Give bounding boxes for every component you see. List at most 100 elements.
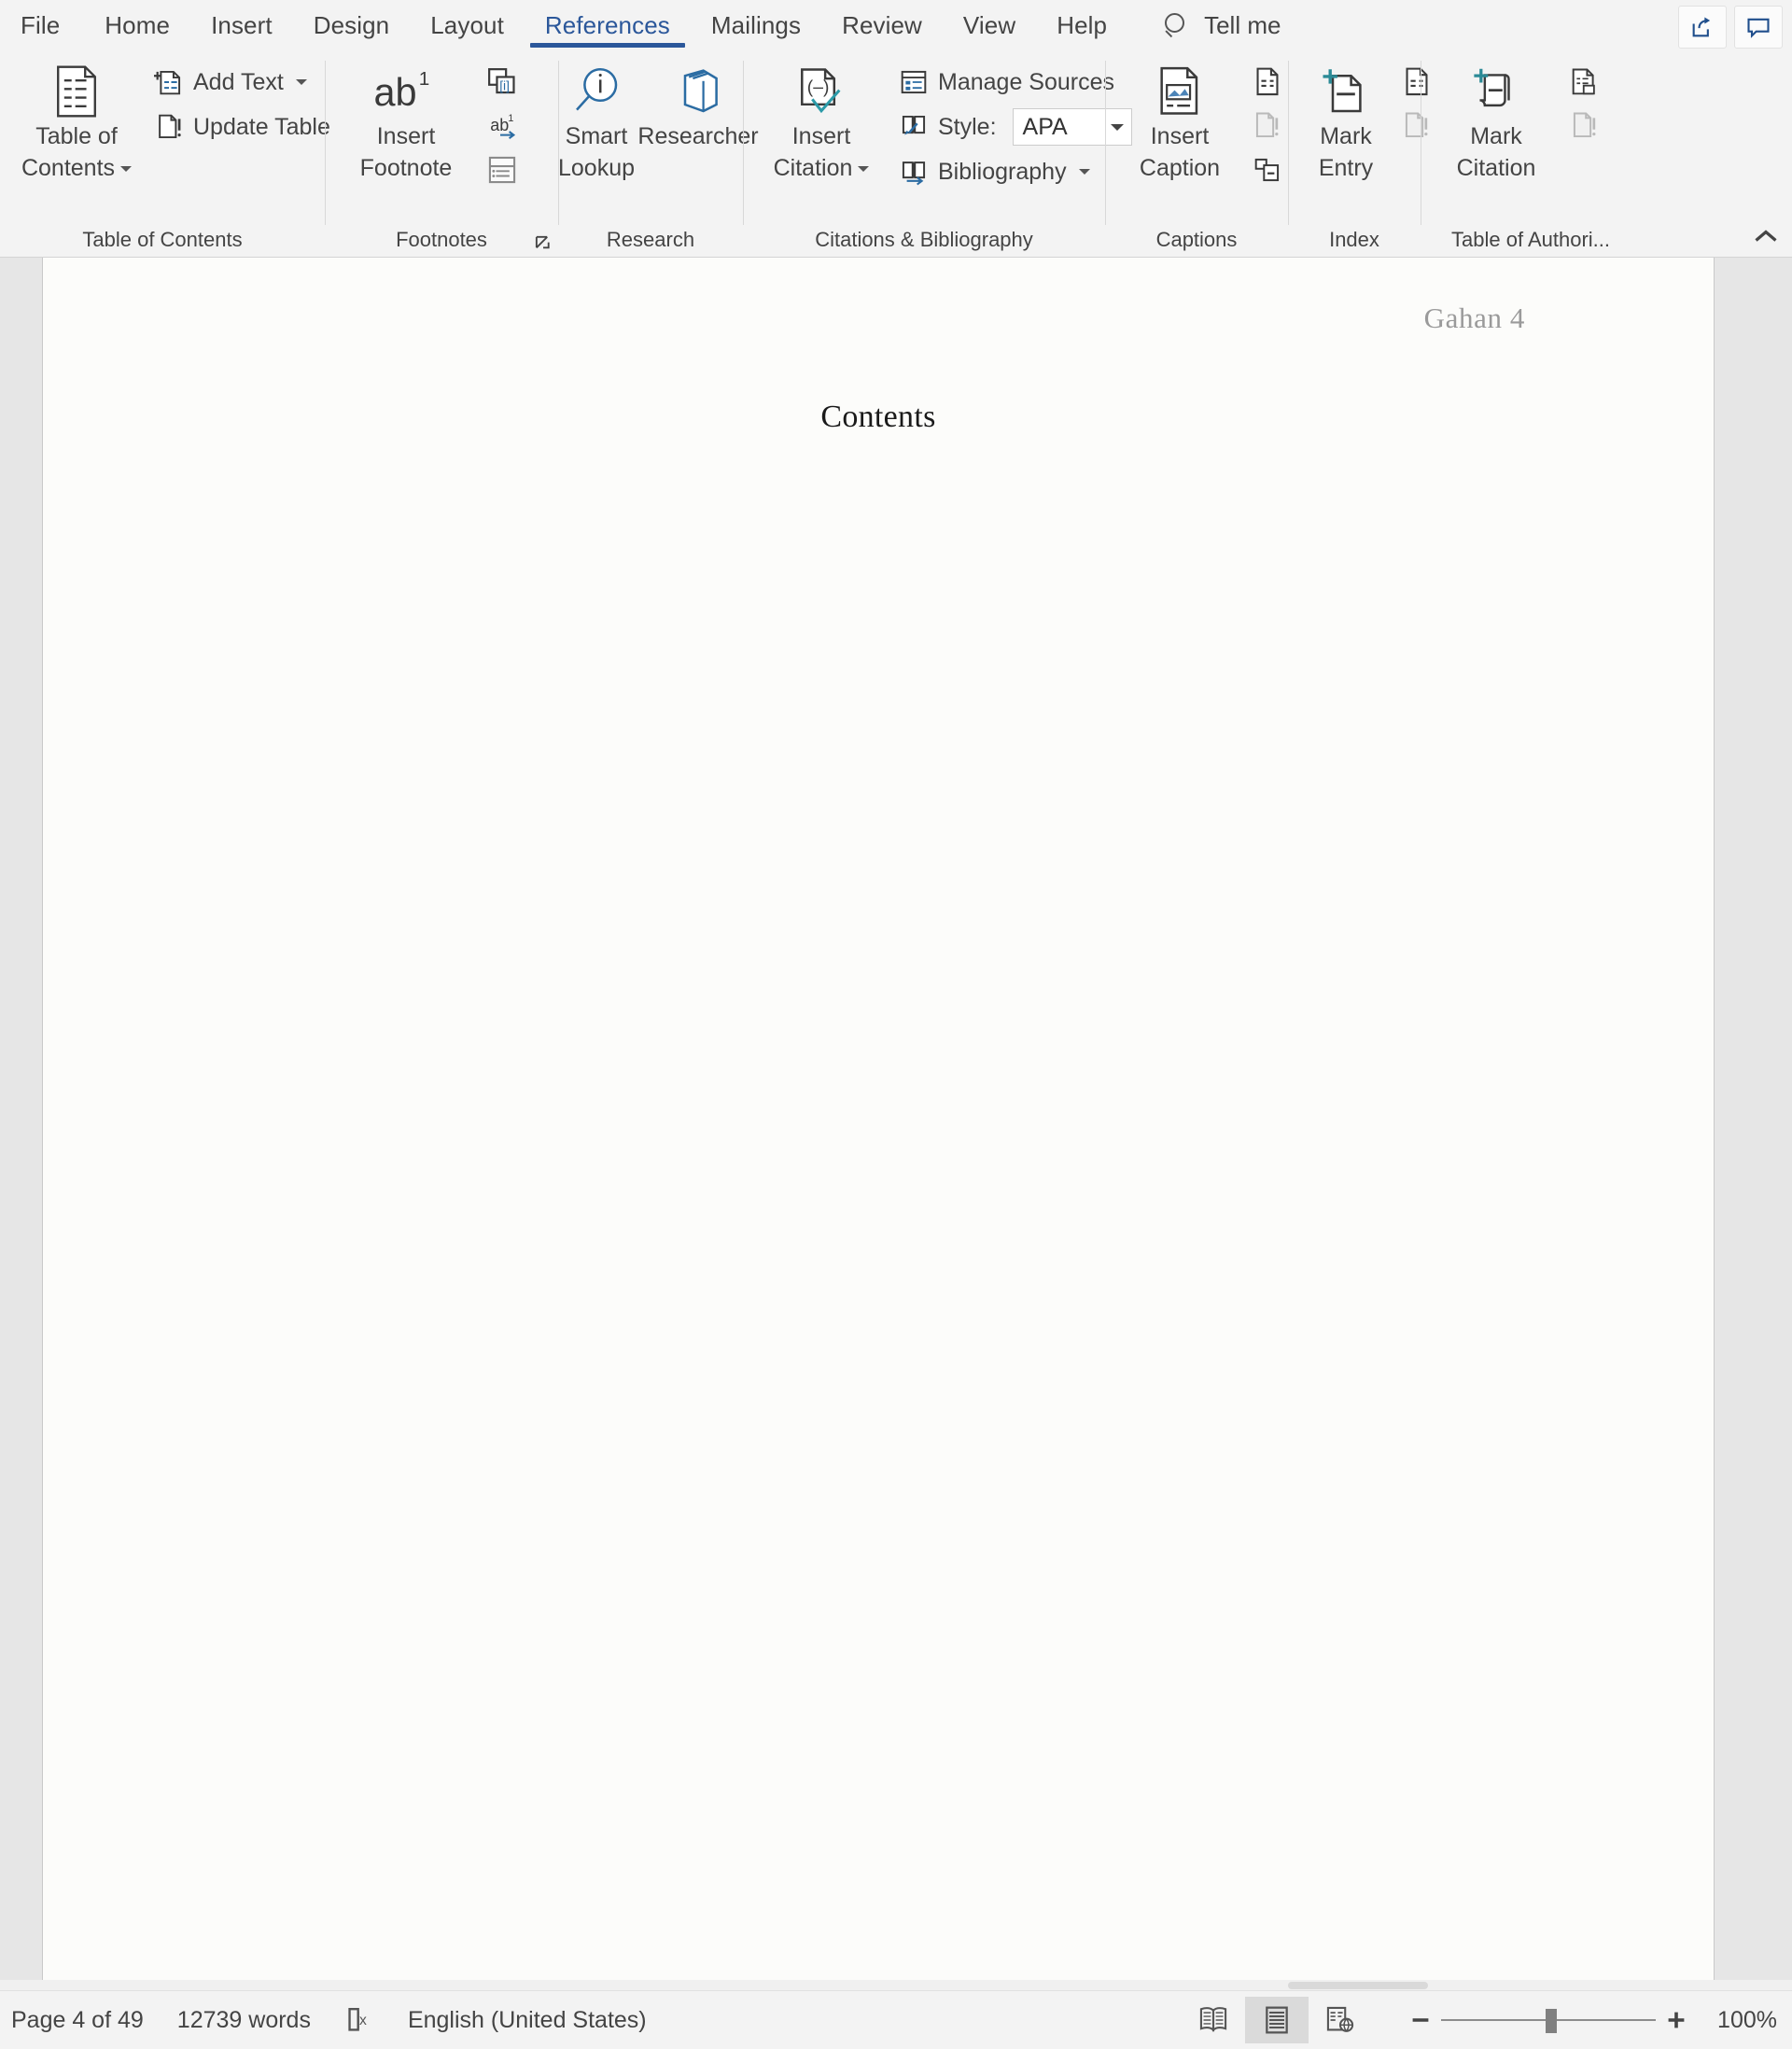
tab-label: Layout (430, 11, 504, 39)
ribbon-group-citations-bibliography: (–) Insert Citation Manage Sources Style… (743, 51, 1132, 257)
manage-sources-label: Manage Sources (938, 68, 1115, 95)
ribbon-group-table-of-authorities: Mark Citation Table of Authori... (1421, 51, 1641, 257)
next-footnote-button[interactable]: ab 1 (480, 105, 538, 147)
insert-footnote-button[interactable]: ab 1 Insert Footnote (334, 59, 478, 184)
insert-table-of-figures-button[interactable] (1245, 61, 1290, 104)
update-table-figures-button[interactable] (1245, 105, 1290, 147)
manage-sources-button[interactable]: Manage Sources (892, 61, 1138, 104)
comment-icon (1747, 18, 1770, 38)
ribbon-group-captions: Insert Caption Captions (1105, 51, 1288, 257)
ribbon-group-index: Mark Entry Index (1288, 51, 1428, 257)
update-table-icon (153, 111, 185, 143)
bibliography-label: Bibliography (938, 158, 1067, 185)
table-of-contents-icon (50, 63, 103, 120)
insert-footnote-icon: ab 1 (371, 63, 441, 120)
tab-label: Insert (211, 11, 273, 39)
language-status[interactable]: English (United States) (408, 2007, 647, 2034)
collapse-ribbon-button[interactable] (1747, 219, 1785, 253)
bibliography-button[interactable]: Bibliography (892, 150, 1138, 193)
search-icon (1163, 12, 1191, 40)
add-text-button[interactable]: Add Text (147, 61, 336, 104)
tab-label: File (21, 11, 61, 39)
page-number-status[interactable]: Page 4 of 49 (11, 2007, 144, 2034)
document-page[interactable]: Gahan 4 Contents (42, 258, 1715, 1981)
tab-file[interactable]: File (0, 0, 84, 51)
tab-view[interactable]: View (943, 0, 1036, 51)
tab-design[interactable]: Design (293, 0, 411, 51)
view-web-layout-button[interactable] (1309, 1997, 1372, 2043)
insert-table-of-figures-icon (1256, 67, 1279, 96)
footnotes-dialog-launcher[interactable] (534, 230, 553, 249)
insert-citation-label-line1: Insert (791, 123, 851, 149)
view-print-layout-button[interactable] (1245, 1997, 1309, 2043)
insert-footnote-label-line1: Insert (376, 123, 436, 149)
horizontal-scrollbar-thumb[interactable] (1288, 1982, 1428, 1989)
show-notes-icon (488, 156, 516, 184)
zoom-slider[interactable] (1441, 2000, 1657, 2041)
svg-text:1: 1 (508, 113, 513, 124)
bibliography-icon (898, 156, 930, 188)
citation-style-value: APA (1022, 113, 1068, 140)
insert-citation-button[interactable]: (–) Insert Citation (752, 59, 890, 184)
zoom-out-button[interactable] (1400, 2000, 1441, 2041)
show-notes-button[interactable] (480, 148, 525, 191)
zoom-in-button[interactable] (1656, 2000, 1697, 2041)
tab-layout[interactable]: Layout (410, 0, 525, 51)
word-count-status[interactable]: 12739 words (177, 2007, 311, 2034)
zoom-level-label[interactable]: 100% (1717, 2007, 1777, 2034)
insert-footnote-label-line2: Footnote (359, 155, 453, 181)
update-table-label: Update Table (193, 113, 330, 140)
tell-me-label: Tell me (1204, 11, 1281, 39)
tab-label: View (962, 11, 1016, 39)
tab-help[interactable]: Help (1036, 0, 1127, 51)
proofing-errors-icon[interactable]: x (344, 2004, 374, 2036)
word-window: File Home Insert Design Layout Reference… (0, 0, 1792, 2049)
tab-insert[interactable]: Insert (190, 0, 293, 51)
smart-lookup-icon (571, 63, 622, 120)
web-layout-icon (1326, 2006, 1354, 2032)
mark-entry-icon (1321, 63, 1371, 120)
svg-text:ab: ab (373, 71, 416, 114)
update-table-button[interactable]: Update Table (147, 105, 336, 148)
table-of-contents-button[interactable]: Table of Contents (9, 59, 144, 184)
page-title[interactable]: Contents (43, 400, 1714, 435)
page-header[interactable]: Gahan 4 (1424, 302, 1525, 335)
update-table-figures-icon (1255, 112, 1279, 138)
style-label: Style: (938, 113, 997, 140)
insert-table-of-authorities-button[interactable] (1562, 61, 1607, 104)
insert-endnote-button[interactable]: [i] (480, 61, 525, 104)
smart-lookup-button[interactable]: Smart Lookup (549, 59, 644, 184)
style-row: Style: APA (892, 105, 1138, 148)
tab-home[interactable]: Home (84, 0, 190, 51)
update-table-of-authorities-button[interactable] (1562, 105, 1607, 147)
zoom-slider-thumb[interactable] (1546, 2009, 1558, 2033)
insert-citation-label-line2: Citation (774, 152, 870, 184)
insert-caption-button[interactable]: Insert Caption (1114, 59, 1245, 184)
document-canvas[interactable]: Gahan 4 Contents (0, 258, 1792, 1991)
mark-citation-icon (1471, 63, 1521, 120)
view-read-mode-button[interactable] (1182, 1997, 1245, 2043)
print-layout-icon (1266, 2006, 1288, 2034)
style-icon (898, 111, 930, 143)
ribbon-group-list: Table of Contents Add Text Update Table … (0, 51, 1641, 257)
svg-text:1: 1 (419, 68, 430, 90)
group-label-research: Research (606, 228, 695, 251)
mark-citation-button[interactable]: Mark Citation (1430, 59, 1562, 184)
tell-me-search[interactable]: Tell me (1127, 0, 1281, 51)
read-mode-icon (1199, 2007, 1227, 2032)
add-text-icon (153, 66, 185, 98)
researcher-button[interactable]: Researcher (637, 59, 759, 152)
mark-entry-button[interactable]: Mark Entry (1297, 59, 1394, 184)
tab-label: Help (1057, 11, 1108, 39)
tab-mailings[interactable]: Mailings (691, 0, 821, 51)
group-label-index: Index (1329, 228, 1379, 251)
cross-reference-button[interactable] (1245, 148, 1290, 191)
share-button[interactable] (1678, 6, 1727, 49)
insert-citation-icon: (–) (794, 63, 848, 120)
comments-button[interactable] (1734, 6, 1783, 49)
tab-review[interactable]: Review (821, 0, 943, 51)
chevron-down-icon (120, 166, 133, 173)
tab-references[interactable]: References (525, 0, 691, 51)
ribbon-group-table-of-contents: Table of Contents Add Text Update Table … (0, 51, 330, 257)
manage-sources-icon (898, 66, 930, 98)
